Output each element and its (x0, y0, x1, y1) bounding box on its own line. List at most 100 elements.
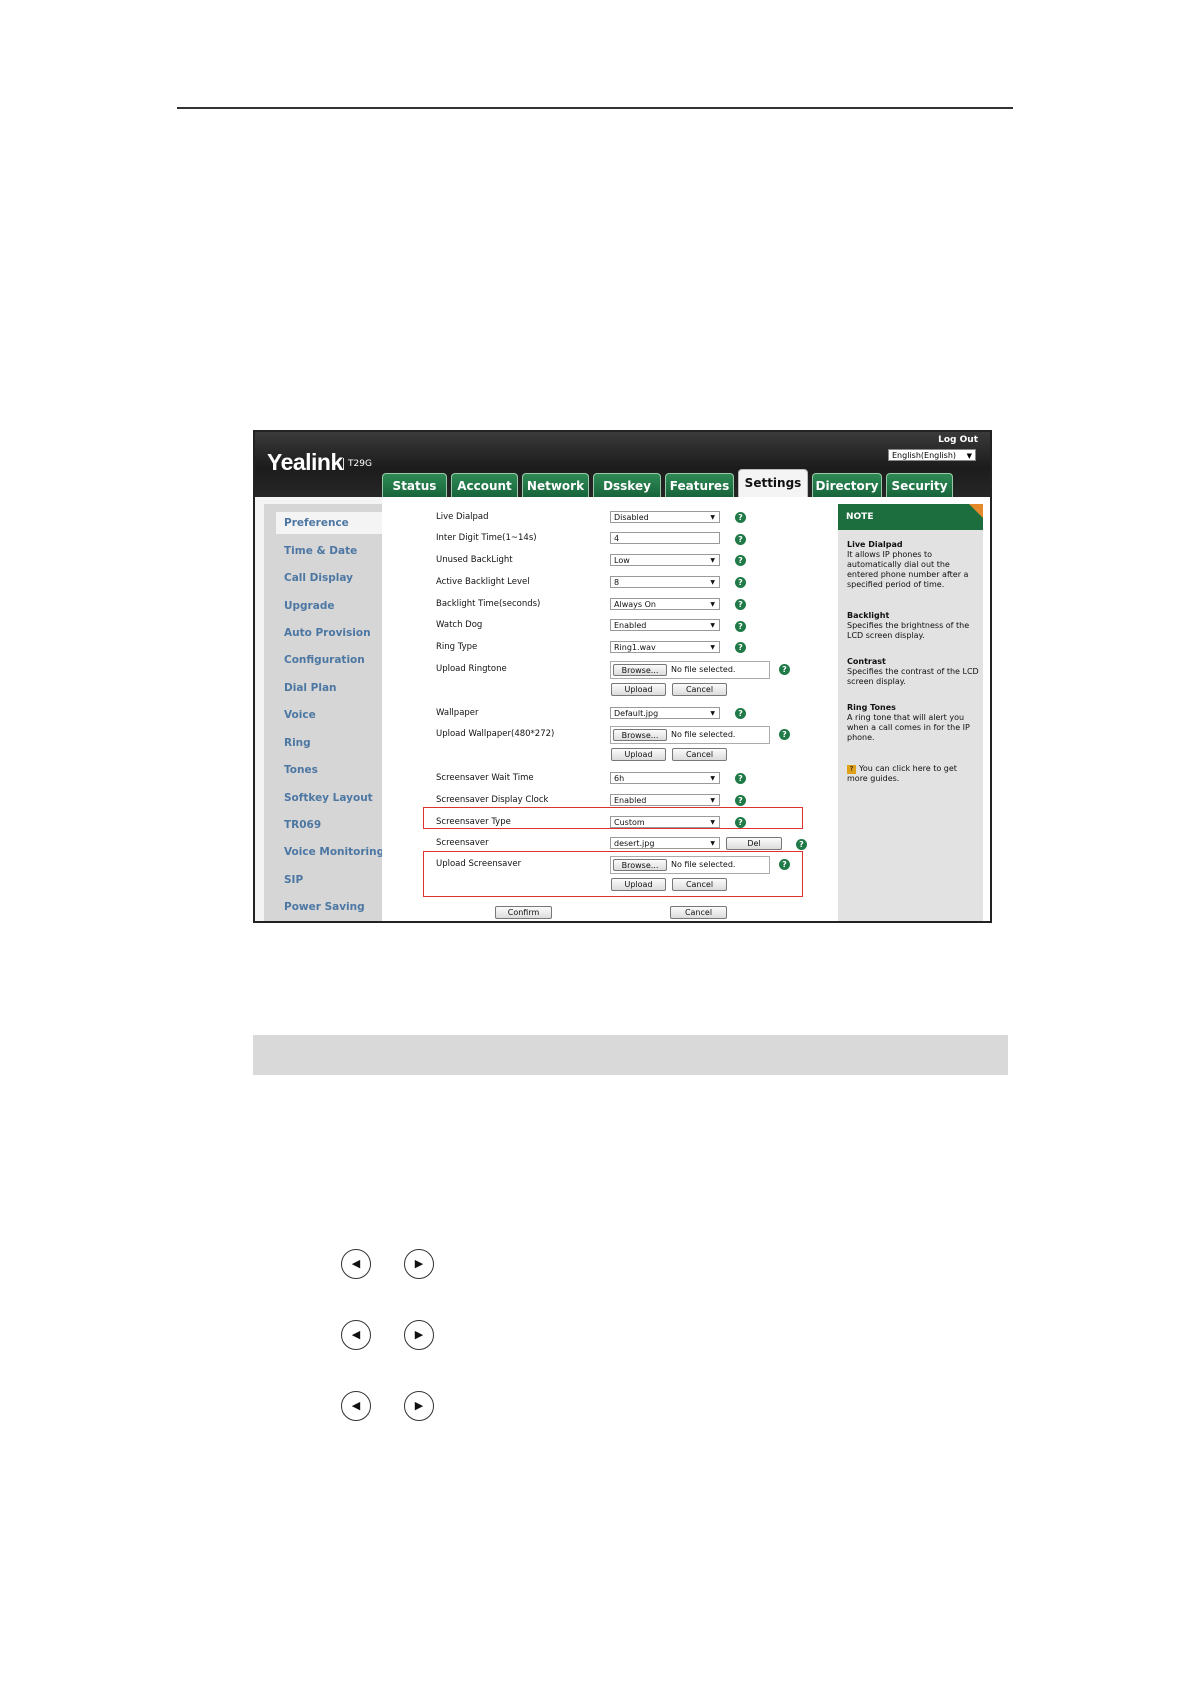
wallpaper-select[interactable]: Default.jpg ▼ (610, 707, 720, 719)
help-icon[interactable]: ? (735, 795, 746, 806)
help-icon[interactable]: ? (735, 577, 746, 588)
browse-button[interactable]: Browse... (613, 729, 667, 741)
web-ui-screenshot: Yealink T29G Log Out English(English) ▼ … (253, 430, 992, 923)
confirm-button[interactable]: Confirm (495, 906, 552, 919)
sidebar-item-voice-monitoring[interactable]: Voice Monitoring (284, 846, 384, 858)
gray-band (253, 1035, 1008, 1075)
watch-dog-label: Watch Dog (436, 620, 483, 630)
wallpaper-label: Wallpaper (436, 708, 479, 718)
help-icon[interactable]: ? (735, 621, 746, 632)
screensaver-wait-value: 6h (614, 774, 625, 783)
model-label: T29G (343, 458, 372, 470)
upload-button[interactable]: Upload (611, 878, 666, 891)
chevron-down-icon: ▼ (710, 601, 715, 608)
help-icon[interactable]: ? (779, 859, 790, 870)
chevron-down-icon: ▼ (710, 775, 715, 782)
tab-account[interactable]: Account (451, 473, 518, 497)
active-backlight-select[interactable]: 8 ▼ (610, 576, 720, 588)
help-icon[interactable]: ? (735, 817, 746, 828)
sidebar-item-dial-plan[interactable]: Dial Plan (284, 682, 337, 694)
note-guide[interactable]: ? You can click here to get more guides. (847, 764, 979, 784)
note-heading: Backlight (847, 611, 890, 620)
sidebar-item-softkey-layout[interactable]: Softkey Layout (284, 792, 373, 804)
browse-button[interactable]: Browse... (613, 859, 667, 871)
unused-backlight-select[interactable]: Low ▼ (610, 554, 720, 566)
language-select[interactable]: English(English) ▼ (888, 449, 976, 461)
unused-backlight-value: Low (614, 556, 630, 565)
active-backlight-label: Active Backlight Level (436, 577, 530, 587)
backlight-time-label: Backlight Time(seconds) (436, 599, 541, 609)
help-icon[interactable]: ? (735, 555, 746, 566)
file-status: No file selected. (671, 860, 736, 869)
browse-button[interactable]: Browse... (613, 664, 667, 676)
inter-digit-input[interactable]: 4 (610, 532, 720, 544)
tab-dsskey[interactable]: Dsskey (593, 473, 661, 497)
right-arrow-icon: ▶ (404, 1391, 434, 1421)
help-icon[interactable]: ? (735, 773, 746, 784)
sidebar-item-tones[interactable]: Tones (284, 764, 318, 776)
sidebar-item-sip[interactable]: SIP (284, 874, 303, 886)
sidebar-item-upgrade[interactable]: Upgrade (284, 600, 334, 612)
ring-type-select[interactable]: Ring1.wav ▼ (610, 641, 720, 653)
help-icon[interactable]: ? (735, 534, 746, 545)
screensaver-clock-value: Enabled (614, 796, 647, 805)
help-icon[interactable]: ? (735, 642, 746, 653)
screensaver-type-label: Screensaver Type (436, 817, 511, 827)
upload-button[interactable]: Upload (611, 683, 666, 696)
note-ring-tones: Ring Tones A ring tone that will alert y… (847, 703, 979, 743)
cancel-button[interactable]: Cancel (672, 683, 727, 696)
wallpaper-file-input[interactable]: Browse... No file selected. (610, 726, 770, 744)
tab-security[interactable]: Security (886, 473, 953, 497)
help-icon[interactable]: ? (779, 664, 790, 675)
help-icon[interactable]: ? (796, 839, 807, 850)
chevron-down-icon: ▼ (710, 840, 715, 847)
cancel-button[interactable]: Cancel (672, 878, 727, 891)
note-live-dialpad: Live Dialpad It allows IP phones to auto… (847, 540, 979, 590)
ring-type-value: Ring1.wav (614, 643, 656, 652)
sidebar-item-call-display[interactable]: Call Display (284, 572, 353, 584)
screensaver-type-value: Custom (614, 818, 645, 827)
form-cancel-button[interactable]: Cancel (670, 906, 727, 919)
live-dialpad-select[interactable]: Disabled ▼ (610, 511, 720, 523)
screensaver-wait-select[interactable]: 6h ▼ (610, 772, 720, 784)
sidebar-item-configuration[interactable]: Configuration (284, 654, 365, 666)
screensaver-clock-select[interactable]: Enabled ▼ (610, 794, 720, 806)
tab-network[interactable]: Network (522, 473, 589, 497)
help-icon[interactable]: ? (779, 729, 790, 740)
backlight-time-select[interactable]: Always On ▼ (610, 598, 720, 610)
file-status: No file selected. (671, 665, 736, 674)
note-corner (969, 504, 983, 518)
help-icon[interactable]: ? (735, 708, 746, 719)
file-status: No file selected. (671, 730, 736, 739)
tab-features[interactable]: Features (665, 473, 734, 497)
sidebar-item-auto-provision[interactable]: Auto Provision (284, 627, 371, 639)
delete-button[interactable]: Del (726, 837, 782, 850)
upload-button[interactable]: Upload (611, 748, 666, 761)
tab-settings[interactable]: Settings (738, 469, 808, 497)
watch-dog-select[interactable]: Enabled ▼ (610, 619, 720, 631)
cancel-button[interactable]: Cancel (672, 748, 727, 761)
note-text: Specifies the brightness of the LCD scre… (847, 621, 970, 640)
screensaver-file-input[interactable]: Browse... No file selected. (610, 856, 770, 874)
sidebar-item-ring[interactable]: Ring (284, 737, 311, 749)
sidebar-item-preference[interactable]: Preference (284, 517, 349, 529)
unused-backlight-label: Unused BackLight (436, 555, 513, 565)
screensaver-type-select[interactable]: Custom ▼ (610, 816, 720, 828)
note-heading: Live Dialpad (847, 540, 903, 549)
screensaver-select[interactable]: desert.jpg ▼ (610, 837, 720, 849)
logout-link[interactable]: Log Out (938, 435, 978, 445)
active-backlight-value: 8 (614, 578, 620, 587)
help-icon[interactable]: ? (735, 599, 746, 610)
sidebar-item-time-date[interactable]: Time & Date (284, 545, 357, 557)
tab-status[interactable]: Status (382, 473, 447, 497)
chevron-down-icon: ▼ (710, 514, 715, 521)
right-arrow-icon: ▶ (404, 1320, 434, 1350)
left-arrow-icon: ◀ (341, 1320, 371, 1350)
sidebar-item-voice[interactable]: Voice (284, 709, 316, 721)
ringtone-file-input[interactable]: Browse... No file selected. (610, 661, 770, 679)
tab-directory[interactable]: Directory (812, 473, 882, 497)
help-icon[interactable]: ? (735, 512, 746, 523)
sidebar-item-tr069[interactable]: TR069 (284, 819, 321, 831)
sidebar-item-power-saving[interactable]: Power Saving (284, 901, 365, 913)
upload-ringtone-label: Upload Ringtone (436, 664, 507, 674)
